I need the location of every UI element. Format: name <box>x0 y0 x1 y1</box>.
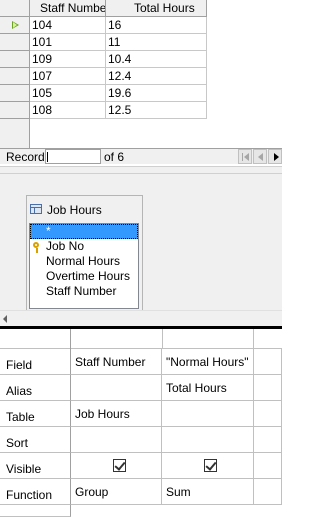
table-cell[interactable] <box>162 401 254 427</box>
table-window-title: Job Hours <box>47 203 102 217</box>
row-label-visible: Visible <box>0 453 71 479</box>
sort-cell[interactable] <box>162 427 254 453</box>
horizontal-scrollbar[interactable] <box>0 310 282 326</box>
row-label-sort: Sort <box>0 427 71 453</box>
next-record-button[interactable] <box>268 149 282 164</box>
pane-splitter[interactable] <box>0 166 282 174</box>
sort-cell[interactable] <box>71 427 162 453</box>
visible-cell <box>162 453 254 479</box>
row-label-field: Field <box>0 349 71 375</box>
column-header-total-hours[interactable]: Total Hours <box>106 0 207 17</box>
row-selector[interactable] <box>0 102 30 119</box>
table-cell[interactable]: Job Hours <box>71 401 162 427</box>
function-cell-empty[interactable] <box>254 479 282 505</box>
field-item-overtime-hours[interactable]: Overtime Hours <box>30 269 138 284</box>
field-cell[interactable]: Staff Number <box>71 349 162 375</box>
cell-staff-number[interactable]: 109 <box>30 51 106 68</box>
visible-cell-empty <box>254 453 282 479</box>
row-label-function: Function <box>0 479 71 505</box>
cell-staff-number[interactable]: 104 <box>30 17 106 34</box>
field-cell[interactable]: "Normal Hours" <box>162 349 254 375</box>
visible-cell <box>71 453 162 479</box>
table-row[interactable]: 108 12.5 <box>0 102 207 119</box>
first-record-icon <box>244 153 249 161</box>
record-count: of 6 <box>104 150 125 164</box>
alias-cell[interactable]: Total Hours <box>162 375 254 401</box>
play-arrow-icon <box>12 21 19 29</box>
field-item-staff-number[interactable]: Staff Number <box>30 284 138 299</box>
cell-total-hours[interactable]: 12.4 <box>106 68 207 85</box>
sort-cell-empty[interactable] <box>254 427 282 453</box>
cell-total-hours[interactable]: 10.4 <box>106 51 207 68</box>
table-window-job-hours[interactable]: Job Hours * Job No Normal Hours Overtime… <box>26 195 143 310</box>
cell-total-hours[interactable]: 11 <box>106 34 207 51</box>
field-cell-empty[interactable] <box>254 349 282 375</box>
record-label: Record <box>6 150 45 164</box>
field-item-normal-hours[interactable]: Normal Hours <box>30 254 138 269</box>
previous-record-button[interactable] <box>253 149 267 164</box>
result-grid: Staff Number Total Hours 104 16 101 11 1… <box>0 0 282 168</box>
cell-staff-number[interactable]: 108 <box>30 102 106 119</box>
field-item-job-no[interactable]: Job No <box>30 239 138 254</box>
table-icon <box>30 204 42 214</box>
cell-total-hours[interactable]: 16 <box>106 17 207 34</box>
row-selector[interactable] <box>0 17 30 34</box>
column-divider[interactable] <box>162 329 163 349</box>
table-row[interactable]: 109 10.4 <box>0 51 207 68</box>
field-item-all[interactable]: * <box>30 224 138 239</box>
column-divider[interactable] <box>253 329 254 349</box>
function-cell[interactable]: Sum <box>162 479 254 505</box>
row-selector[interactable] <box>0 85 30 102</box>
cell-total-hours[interactable]: 12.5 <box>106 102 207 119</box>
row-header-strip <box>0 119 30 148</box>
alias-cell[interactable] <box>71 375 162 401</box>
visible-checkbox[interactable] <box>113 459 126 472</box>
key-icon <box>33 242 39 253</box>
visible-checkbox[interactable] <box>204 459 217 472</box>
next-record-icon <box>274 153 279 161</box>
cell-staff-number[interactable]: 101 <box>30 34 106 51</box>
table-cell-empty[interactable] <box>254 401 282 427</box>
first-record-button[interactable] <box>238 149 252 164</box>
cell-staff-number[interactable]: 107 <box>30 68 106 85</box>
field-item-label: Job No <box>46 239 85 253</box>
table-row[interactable]: 101 11 <box>0 34 207 51</box>
text-caret <box>47 152 48 162</box>
row-label-table: Table <box>0 401 71 427</box>
design-grid-header <box>0 329 282 349</box>
row-label-next <box>0 505 71 517</box>
row-selector[interactable] <box>0 51 30 68</box>
cell-staff-number[interactable]: 105 <box>30 85 106 102</box>
column-header-staff-number[interactable]: Staff Number <box>30 0 106 17</box>
scroll-left-icon[interactable] <box>3 315 7 323</box>
query-design-grid: Field Staff Number "Normal Hours" Alias … <box>0 329 282 517</box>
function-cell[interactable]: Group <box>71 479 162 505</box>
record-navigation-bar: Record of 6 <box>0 148 282 164</box>
field-list[interactable]: * Job No Normal Hours Overtime Hours Sta… <box>29 223 139 309</box>
cell-total-hours[interactable]: 19.6 <box>106 85 207 102</box>
row-label-alias: Alias <box>0 375 71 401</box>
corner-cell[interactable] <box>0 0 30 17</box>
table-row[interactable]: 104 16 <box>0 17 207 34</box>
design-corner <box>0 329 71 349</box>
table-row[interactable]: 105 19.6 <box>0 85 207 102</box>
result-header-row: Staff Number Total Hours <box>0 0 207 17</box>
row-selector[interactable] <box>0 34 30 51</box>
previous-record-icon <box>258 153 263 161</box>
table-row[interactable]: 107 12.4 <box>0 68 207 85</box>
row-selector[interactable] <box>0 68 30 85</box>
alias-cell-empty[interactable] <box>254 375 282 401</box>
table-area: Job Hours * Job No Normal Hours Overtime… <box>0 174 282 310</box>
record-number-input[interactable] <box>45 149 101 164</box>
